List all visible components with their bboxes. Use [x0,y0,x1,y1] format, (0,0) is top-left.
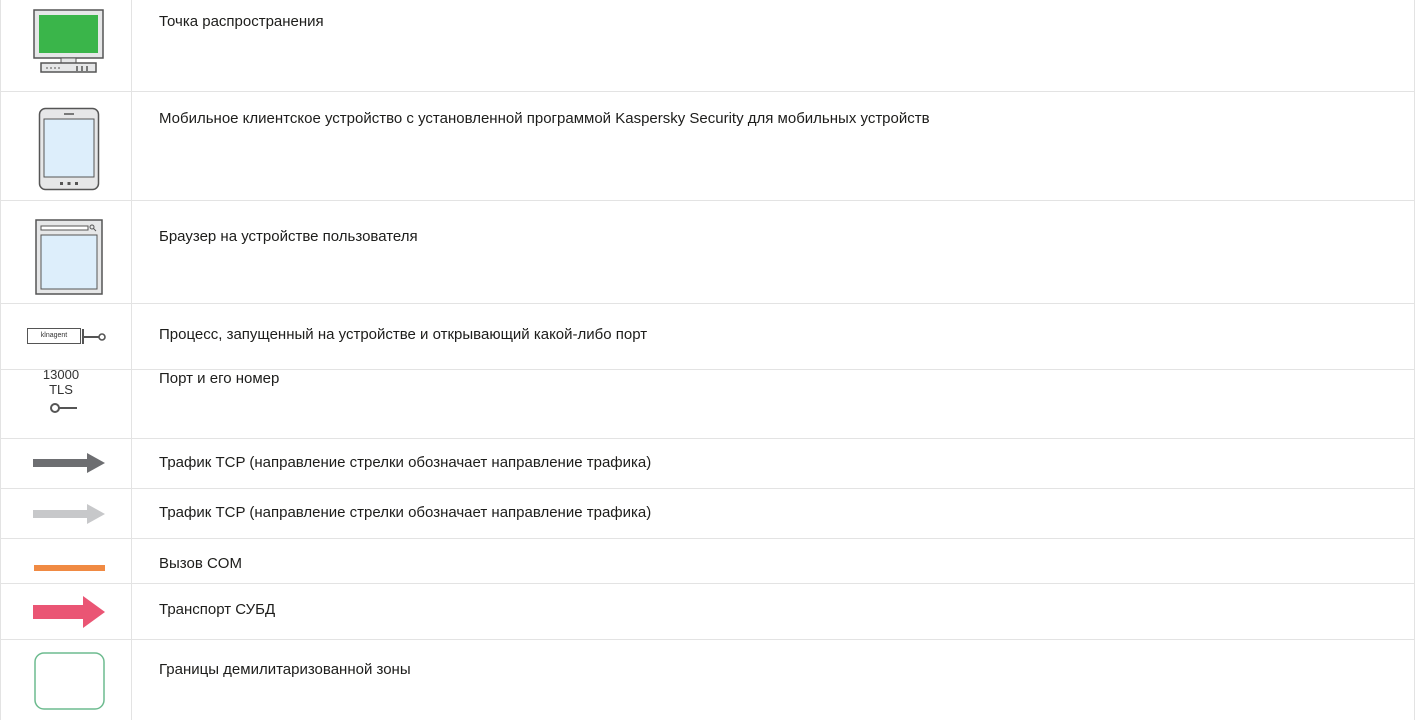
legend-row-dmz: Границы демилитаризованной зоны [1,640,1414,720]
legend-description: Транспорт СУБД [159,601,276,618]
legend-icon-cell [1,92,132,200]
process-label-box: klnagent [27,328,81,344]
browser-window-icon [35,219,103,295]
port-protocol-label: TLS [49,382,73,397]
legend-icon-cell: 13000 TLS [1,367,132,438]
legend-row-process: klnagent Процесс, запущенный на устройст… [1,304,1414,370]
legend-description: Трафик TCP (направление стрелки обознача… [159,454,652,471]
dbms-arrow-icon [33,596,105,628]
legend-description: Порт и его номер [159,370,280,387]
legend-description: Мобильное клиентское устройство с устано… [159,110,930,127]
legend-row-browser: Браузер на устройстве пользователя [1,201,1414,304]
legend-description: Процесс, запущенный на устройстве и откр… [159,326,648,343]
legend-icon-cell [1,584,132,639]
legend-row-tcp-dark: Трафик TCP (направление стрелки обознача… [1,439,1414,489]
dmz-boundary-icon [34,652,105,710]
legend-description: Браузер на устройстве пользователя [159,228,418,245]
legend-description: Границы демилитаризованной зоны [159,661,411,678]
legend-description: Вызов COM [159,555,242,572]
legend-table: Точка распространения Мобильное клиентск… [0,0,1415,720]
tcp-arrow-light-icon [33,504,105,524]
legend-row-distribution-point: Точка распространения [1,0,1414,92]
legend-icon-cell [1,489,132,538]
legend-description: Точка распространения [159,13,324,30]
legend-icon-cell [1,439,132,488]
legend-icon-cell [1,0,132,91]
legend-row-mobile-device: Мобильное клиентское устройство с устано… [1,92,1414,201]
tcp-arrow-dark-icon [33,453,105,473]
legend-icon-cell: klnagent [1,304,132,369]
legend-row-port: 13000 TLS Порт и его номер [1,367,1414,439]
legend-row-tcp-light: Трафик TCP (направление стрелки обознача… [1,489,1414,539]
distribution-point-monitor-icon [33,9,104,73]
legend-icon-cell [1,539,132,583]
port-number-label: 13000 [42,367,80,382]
process-port-icon [82,329,106,344]
com-call-line-icon [34,565,105,571]
mobile-device-icon [38,107,100,191]
port-icon [50,403,77,413]
legend-icon-cell [1,201,132,303]
legend-row-dbms: Транспорт СУБД [1,584,1414,640]
legend-description: Трафик TCP (направление стрелки обознача… [159,504,652,521]
legend-row-com-call: Вызов COM [1,539,1414,584]
legend-icon-cell [1,640,132,720]
